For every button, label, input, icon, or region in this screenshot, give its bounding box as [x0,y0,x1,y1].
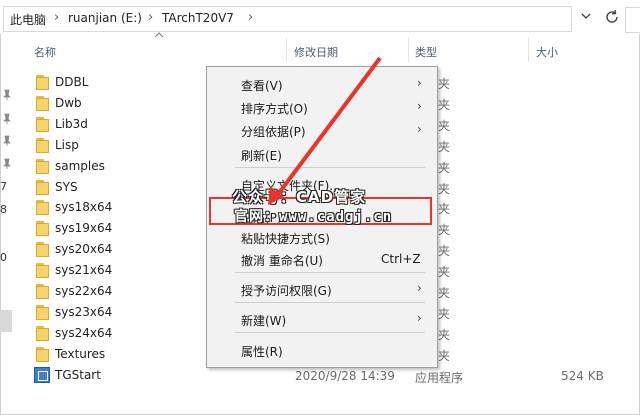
crumb-separator-icon[interactable]: › [54,10,59,25]
chevron-right-icon: › [417,281,422,295]
address-bar: 此电脑 › ruanjian (E:) › TArchT20V7 › [0,0,640,34]
crumb-this-pc[interactable]: 此电脑 [10,11,46,28]
menu-item-properties[interactable]: 属性(R) [241,343,283,360]
folder-name: Textures [55,346,106,361]
folder-name: Lisp [55,137,79,152]
folder-name: Dwb [55,95,82,110]
application-icon [34,367,50,383]
chevron-right-icon: › [417,99,422,113]
folder-type: 夹 [438,97,451,112]
nav-pane-fragment: 8 [0,203,7,216]
menu-separator [235,332,425,333]
nav-pane-fragment: 7 [0,180,7,193]
folder-icon [36,325,49,341]
folder-name: sys19x64 [55,221,113,236]
menu-separator [235,302,425,303]
menu-item-paste-shortcut[interactable]: 粘贴快捷方式(S) [241,230,330,247]
folder-icon [36,263,49,279]
search-box[interactable] [625,7,640,33]
folder-name: sys23x64 [55,304,113,319]
menu-item-view[interactable]: 查看(V) [241,77,283,94]
folder-type: 夹 [438,265,451,280]
chevron-right-icon: › [417,76,422,90]
folder-type: 夹 [438,244,451,259]
pin-icon [2,132,12,146]
folder-icon [36,116,49,132]
folder-icon [36,242,49,258]
column-divider[interactable] [528,38,529,62]
undo-shortcut: Ctrl+Z [381,252,421,266]
folder-type: 夹 [438,306,451,321]
folder-icon [36,137,49,153]
chevron-down-icon[interactable] [580,10,596,26]
folder-icon [36,158,49,174]
column-name[interactable]: 名称 [34,44,56,60]
menu-separator [235,167,425,168]
folder-type: 夹 [438,77,451,91]
menu-item-undo[interactable]: 撤消 重命名(U) [241,252,323,269]
folder-name: DDBL [55,75,89,89]
column-type[interactable]: 类型 [415,44,437,60]
chevron-right-icon: › [417,122,422,136]
menu-item-new[interactable]: 新建(W) [241,312,286,329]
crumb-folder[interactable]: TArchT20V7 [162,11,234,25]
watermark-line1: 公众号：CAD管家 [232,188,367,206]
watermark-prefix: 官网： [234,209,279,225]
folder-type: 夹 [438,348,451,363]
folder-icon [36,95,49,111]
folder-type: 夹 [438,118,451,133]
pin-icon [2,155,12,169]
pin-icon [2,86,12,100]
menu-item-refresh[interactable]: 刷新(E) [241,147,282,164]
folder-name: sys24x64 [55,325,113,340]
crumb-separator-icon[interactable]: › [148,10,153,25]
folder-icon [36,304,49,320]
folder-name: samples [55,158,105,173]
chevron-right-icon: › [417,311,422,325]
column-divider[interactable] [408,38,409,62]
folder-name: Lib3d [55,116,88,131]
folder-type: 夹 [438,139,451,154]
pin-icon [2,110,12,124]
folder-icon [36,179,49,195]
folder-type: 夹 [438,223,451,238]
folder-name: sys20x64 [55,242,113,257]
crumb-separator-icon[interactable]: › [248,10,253,25]
breadcrumb[interactable]: 此电脑 › ruanjian (E:) › TArchT20V7 › [3,6,572,32]
nav-pane-fragment: 0 [0,251,7,264]
folder-type: 夹 [438,286,451,300]
folder-name: sys21x64 [55,263,113,278]
folder-type: 夹 [438,202,451,217]
watermark-url: www.cadgj.cn [279,209,393,225]
file-date: 2020/9/28 14:39 [295,369,395,383]
file-type: 应用程序 [415,371,464,385]
folder-icon [36,75,49,90]
folder-name: sys22x64 [55,284,113,298]
folder-type: 夹 [438,160,451,175]
folder-type: 夹 [438,181,451,196]
menu-separator [235,272,425,273]
file-name: TGStart [55,368,101,382]
folder-icon [36,221,49,237]
folder-type: 夹 [438,327,451,342]
nav-pane-selection[interactable] [0,310,12,332]
watermark-line2: 官网：www.cadgj.cn [234,206,393,226]
refresh-icon[interactable] [603,8,623,28]
column-modified[interactable]: 修改日期 [294,44,338,60]
crumb-drive[interactable]: ruanjian (E:) [68,11,142,25]
menu-item-sort[interactable]: 排序方式(O) [241,100,308,117]
column-divider[interactable] [286,38,287,62]
folder-name: sys18x64 [55,200,113,215]
file-size: 524 KB [561,369,604,383]
menu-item-access[interactable]: 授予访问权限(G) [241,282,332,299]
folder-name: SYS [55,179,78,194]
column-header: 名称 修改日期 类型 大小 [0,38,640,64]
file-row[interactable]: TGStart [28,365,328,386]
menu-item-group[interactable]: 分组依据(P) [241,123,306,140]
folder-icon [36,200,49,216]
folder-icon [36,346,49,362]
folder-icon [36,284,49,299]
column-size[interactable]: 大小 [536,44,558,60]
